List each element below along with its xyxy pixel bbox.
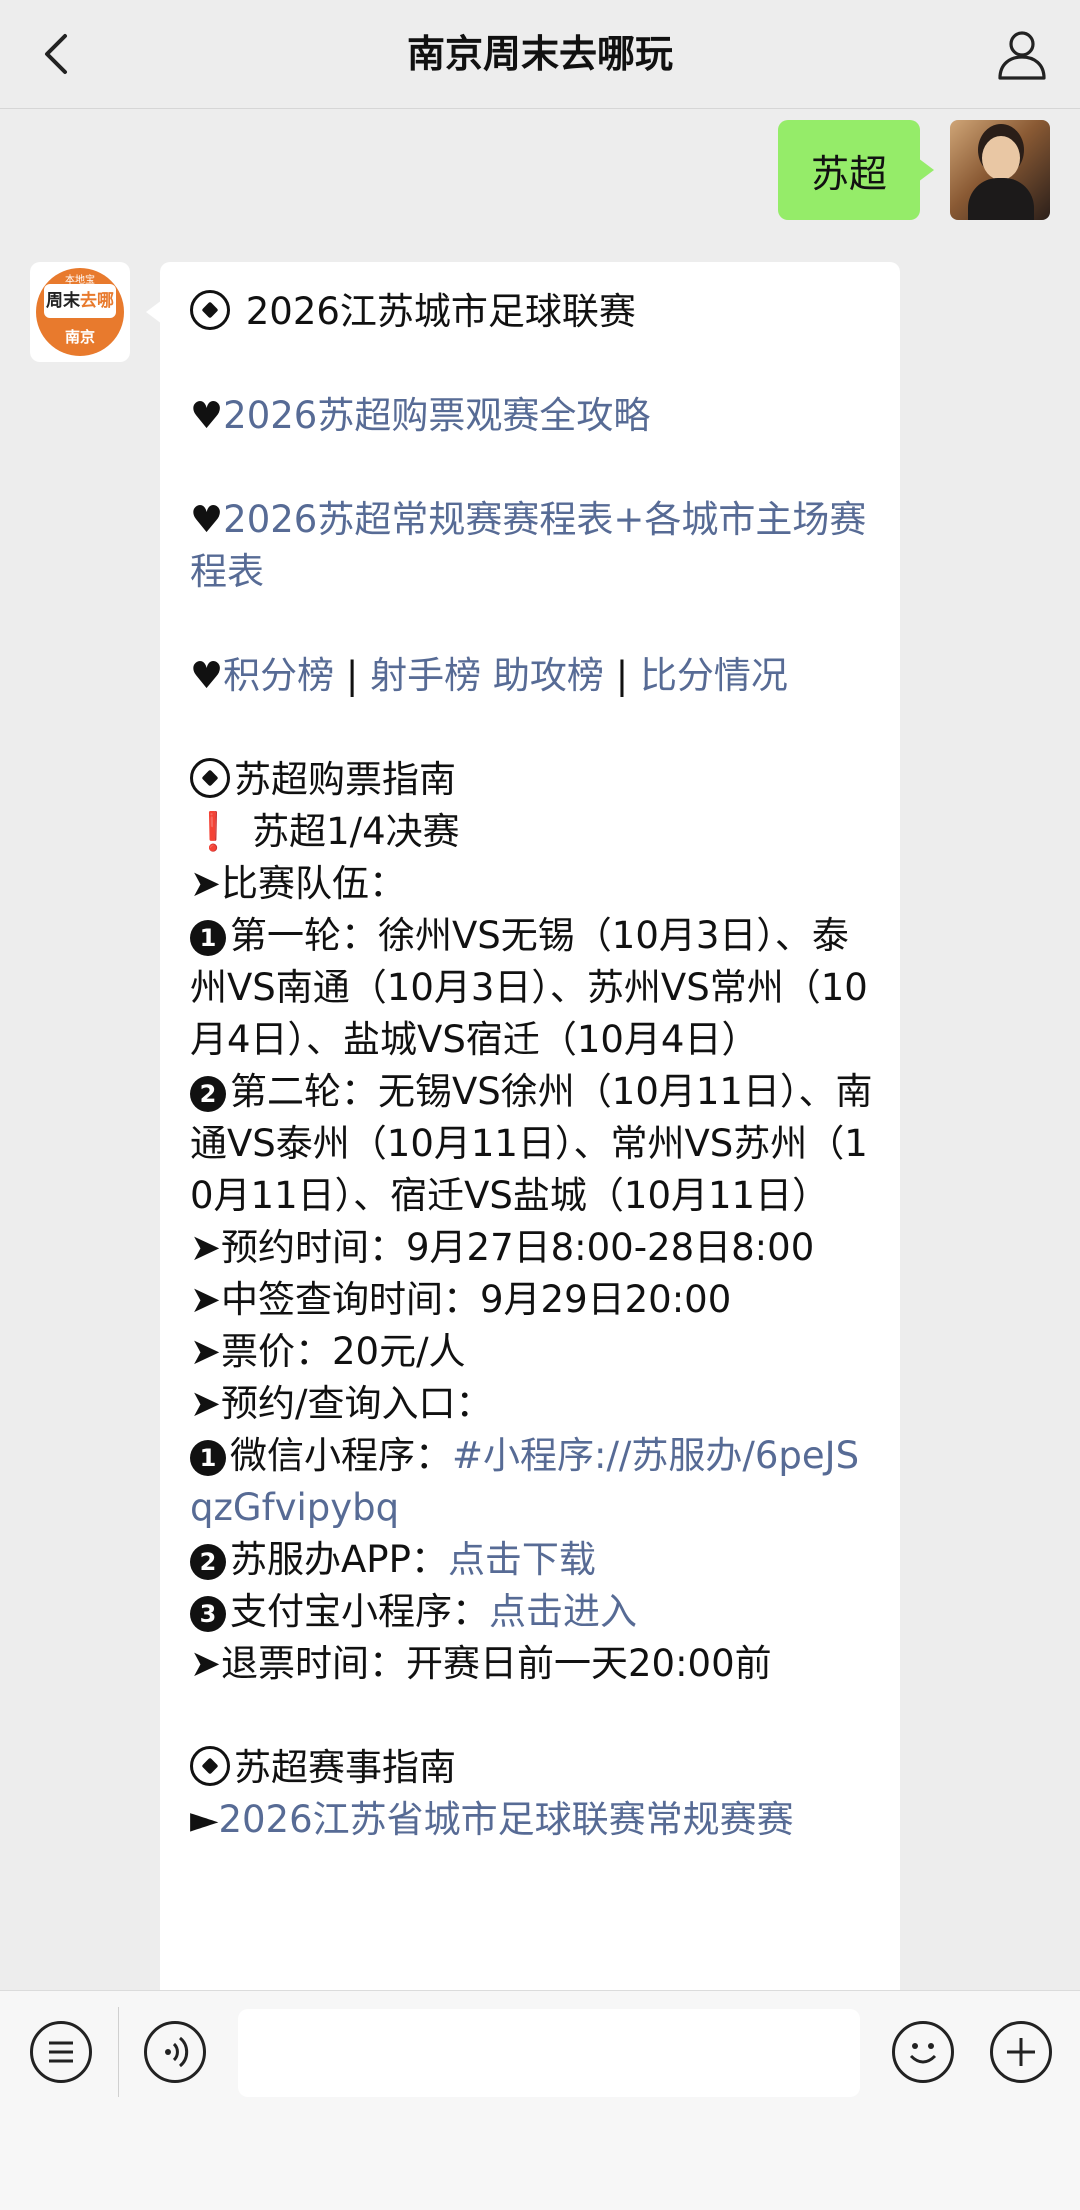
exclamation-icon: ❗ [190,810,237,853]
user-avatar[interactable] [950,120,1050,220]
avatar-main-text: 周末去哪 [44,284,116,318]
input-bar [0,1990,1080,2210]
bot-avatar[interactable]: 本地宝 周末去哪 南京 [30,262,130,362]
scores-link[interactable]: 比分情况 [640,654,788,697]
entry-label: ➤预约/查询入口： [190,1382,493,1425]
standings-link[interactable]: 积分榜 [223,654,334,697]
avatar-bottom-text: 南京 [64,328,95,346]
stats-links-row: ♥积分榜 | 射手榜 助攻榜 | 比分情况 [190,654,788,697]
avatar-head [982,136,1020,180]
list-menu-icon [49,2041,73,2063]
number-one-icon: 1 [190,920,226,956]
message-title: 2026江苏城市足球联赛 [190,286,878,338]
message-input[interactable] [238,2009,860,2097]
voice-icon [165,2036,189,2068]
section-heading: 苏超赛事指南 [190,1742,878,1794]
ticket-guide-link[interactable]: 2026苏超购票观赛全攻略 [223,394,650,437]
voice-button[interactable] [144,2021,206,2083]
nav-bar: 南京周末去哪玩 [0,0,1080,109]
download-link[interactable]: 点击下载 [448,1538,596,1581]
alipay-link[interactable]: 点击进入 [489,1590,637,1633]
reserve-time: ➤预约时间：9月27日8:00-28日8:00 [190,1226,815,1269]
bot-message-bubble: 2026江苏城市足球联赛 ♥2026苏超购票观赛全攻略 ♥2026苏超常规赛赛程… [146,262,900,2002]
scorers-link[interactable]: 射手榜 助攻榜 [370,654,604,697]
divider [118,2007,119,2097]
avatar-body [968,178,1034,220]
refund-time: ➤退票时间：开赛日前一天20:00前 [190,1642,772,1685]
section-heading: 苏超购票指南 [190,754,878,806]
bot-message-content: 2026江苏城市足球联赛 ♥2026苏超购票观赛全攻略 ♥2026苏超常规赛赛程… [190,286,878,1846]
round-one-text: 第一轮：徐州VS无锡（10月3日）、泰州VS南通（10月3日）、苏州VS常州（1… [190,914,868,1061]
heart-icon: ♥ [190,654,224,697]
heart-icon: ♥ [190,498,224,541]
event-guide-link[interactable]: 2026江苏省城市足球联赛常规赛赛 [218,1798,793,1841]
number-two-icon: 2 [190,1076,226,1112]
heart-icon: ♥ [190,394,224,437]
soccer-ball-icon [190,290,230,330]
page-title: 南京周末去哪玩 [406,32,673,76]
plus-icon [1007,2038,1035,2066]
user-message-text: 苏超 [810,151,887,196]
emoji-button[interactable] [892,2021,954,2083]
number-three-icon: 3 [190,1596,226,1632]
teams-label: ➤比赛队伍： [190,862,407,905]
number-one-icon: 1 [190,1440,226,1476]
soccer-ball-icon [190,758,230,798]
smiley-icon [909,2043,937,2064]
number-two-icon: 2 [190,1544,226,1580]
more-button[interactable] [990,2021,1052,2083]
ticket-price: ➤票价：20元/人 [190,1330,466,1373]
profile-button[interactable] [994,26,1050,82]
user-message-bubble[interactable]: 苏超 [778,120,934,220]
schedule-link[interactable]: 2026苏超常规赛赛程表+各城市主场赛程表 [190,498,866,593]
person-icon [998,31,1046,80]
lottery-time: ➤中签查询时间：9月29日20:00 [190,1278,732,1321]
soccer-ball-icon [190,1746,230,1786]
round-two-text: 第二轮：无锡VS徐州（10月11日）、南通VS泰州（10月11日）、常州VS苏州… [190,1070,873,1217]
menu-button[interactable] [30,2021,92,2083]
